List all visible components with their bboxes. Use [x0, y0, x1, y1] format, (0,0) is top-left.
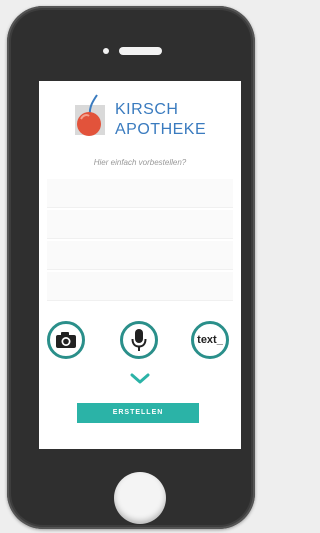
camera-icon — [56, 332, 76, 348]
microphone-icon — [131, 329, 147, 351]
pharmacy-logo: KIRSCH APOTHEKE — [69, 93, 219, 143]
app-screen: KIRSCH APOTHEKE Hier einfach vorbestelle… — [39, 81, 241, 449]
cherry-logo-icon — [75, 94, 105, 136]
camera-button[interactable] — [47, 321, 85, 359]
create-order-button[interactable]: ERSTELLEN — [77, 403, 199, 423]
input-line[interactable] — [47, 179, 233, 208]
logo-text-apotheke: APOTHEKE — [115, 121, 207, 138]
phone-frame: KIRSCH APOTHEKE Hier einfach vorbestelle… — [7, 6, 255, 529]
text-input-button[interactable]: text_ — [191, 321, 229, 359]
input-line[interactable] — [47, 210, 233, 239]
chevron-down-icon[interactable] — [129, 373, 151, 385]
input-line[interactable] — [47, 241, 233, 270]
text-icon: text_ — [197, 334, 223, 346]
order-input-area[interactable] — [47, 179, 233, 303]
logo-text-kirsch: KIRSCH — [115, 101, 179, 118]
earpiece-speaker — [119, 47, 162, 55]
microphone-button[interactable] — [120, 321, 158, 359]
home-button[interactable] — [114, 472, 166, 524]
input-line[interactable] — [47, 272, 233, 301]
order-prompt: Hier einfach vorbestellen? — [93, 158, 187, 167]
front-camera — [103, 48, 109, 54]
